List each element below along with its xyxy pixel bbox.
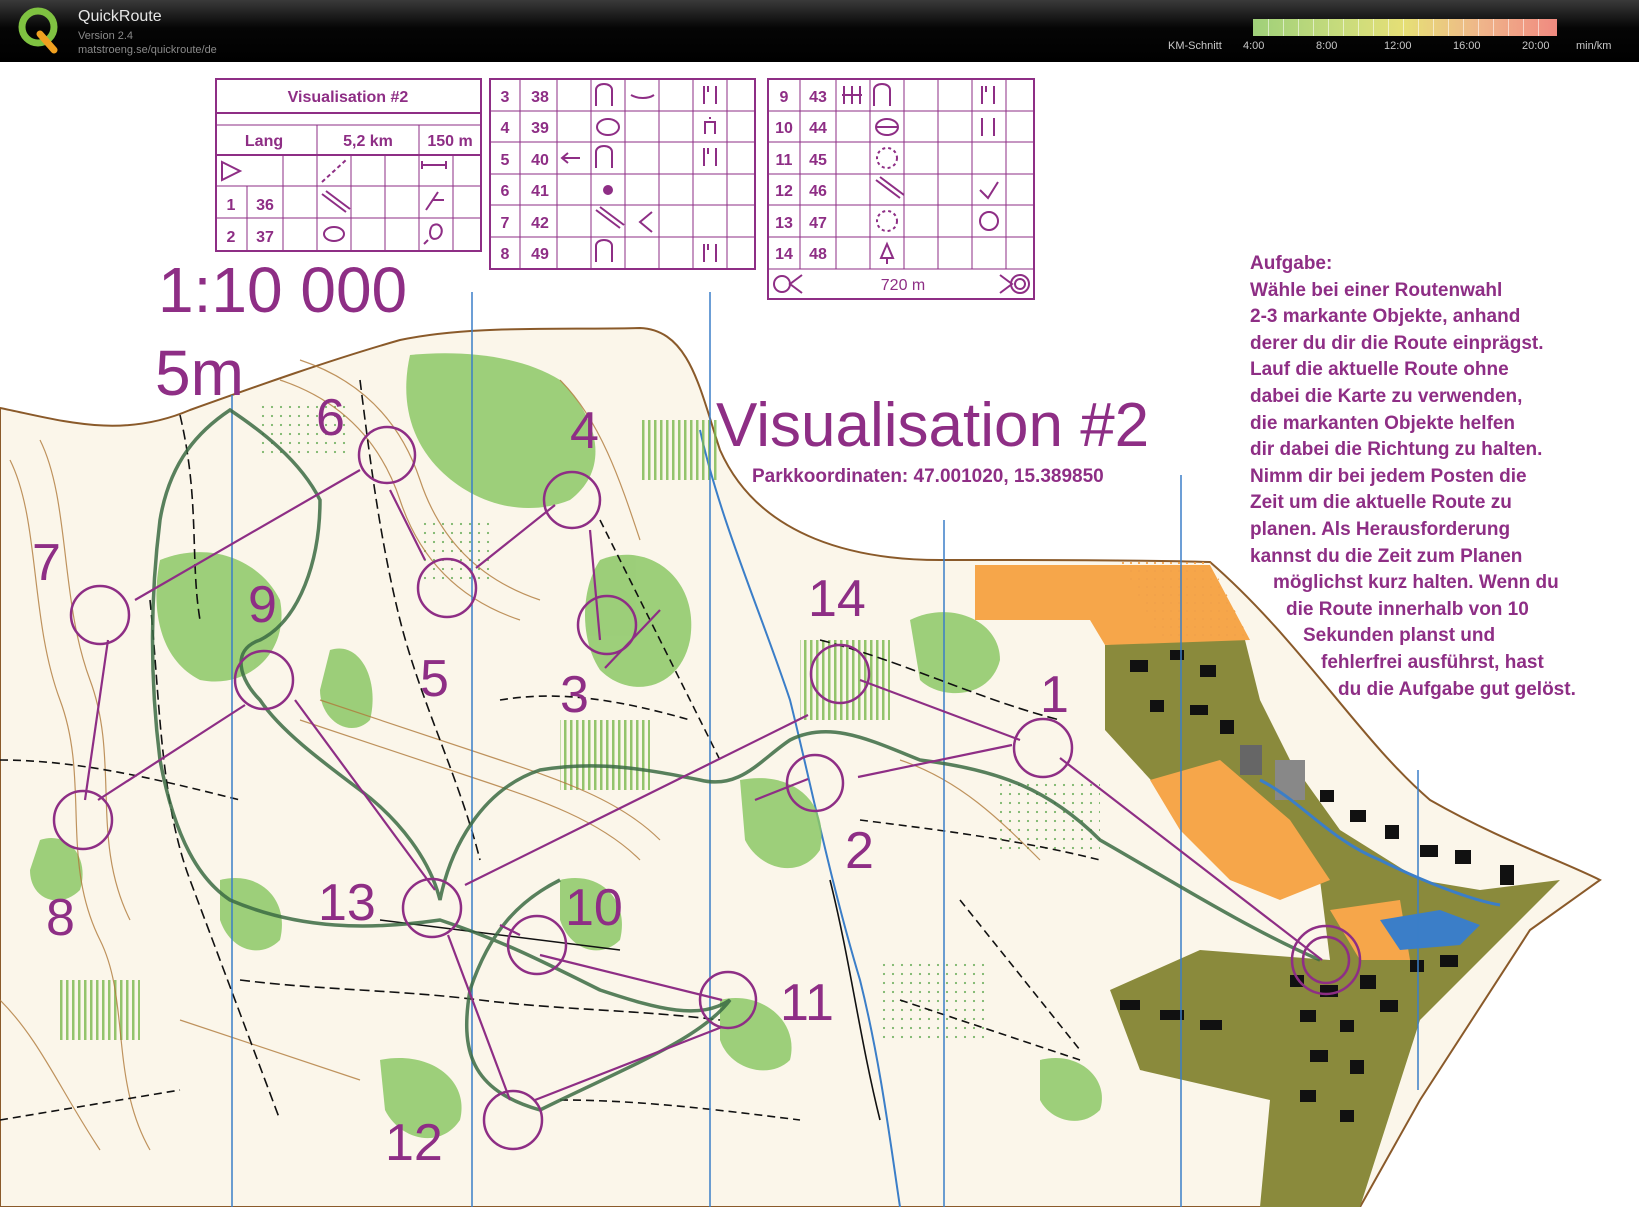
control-number-10: 10	[565, 879, 623, 937]
control-number-6: 6	[316, 389, 345, 447]
task-line: derer du dir die Route einprägst.	[1250, 332, 1544, 354]
card-climb: 150 m	[427, 133, 472, 150]
card-final-distance: 720 m	[881, 277, 925, 294]
app-title: QuickRoute	[78, 8, 162, 25]
card-row-number: 11	[776, 152, 793, 169]
card-row-code: 43	[809, 89, 827, 106]
card-row-number: 13	[775, 215, 793, 232]
card-row-code: 41	[531, 183, 549, 200]
legend-tick-label: 12:00	[1384, 40, 1412, 52]
speed-legend-bar	[1253, 19, 1557, 36]
task-text: Aufgabe: Wähle bei einer Routenwahl 2-3 …	[1250, 251, 1620, 703]
task-line: Nimm dir bei jedem Posten die	[1250, 465, 1527, 487]
control-number-5: 5	[420, 650, 449, 708]
park-coordinates: Parkkoordinaten: 47.001020, 15.389850	[752, 466, 1104, 487]
card-row-number: 14	[775, 246, 793, 263]
task-line: kannst du die Zeit zum Planen	[1250, 545, 1523, 567]
card-row-code: 38	[531, 89, 549, 106]
task-line: Aufgabe:	[1250, 253, 1333, 274]
task-line: Sekunden planst und	[1303, 625, 1496, 647]
control-number-9: 9	[248, 576, 277, 634]
card-row-code: 48	[809, 246, 827, 263]
card-row-code: 37	[256, 229, 274, 246]
legend-tick-label: 4:00	[1243, 40, 1265, 52]
card-row-code: 44	[809, 120, 827, 137]
control-number-4: 4	[570, 402, 599, 460]
card-row-code: 49	[531, 246, 549, 263]
card-class: Lang	[245, 133, 283, 150]
task-line: Wähle bei einer Routenwahl	[1250, 279, 1503, 301]
legend-unit-label: min/km	[1576, 40, 1612, 52]
task-line: du die Aufgabe gut gelöst.	[1338, 678, 1576, 700]
card-row-number: 3	[501, 89, 510, 106]
task-line: dabei die Karte zu verwenden,	[1250, 385, 1523, 407]
task-line: Lauf die aktuelle Route ohne	[1250, 359, 1509, 381]
control-number-12: 12	[385, 1114, 443, 1172]
card-row-number: 2	[227, 229, 236, 246]
task-line: möglichst kurz halten. Wenn du	[1273, 572, 1559, 594]
card-row-number: 7	[501, 215, 510, 232]
map-title: Visualisation #2	[716, 391, 1149, 460]
app-url[interactable]: matstroeng.se/quickroute/de	[78, 44, 217, 56]
quickroute-q-logo-icon	[18, 6, 62, 54]
legend-tick-label: 16:00	[1453, 40, 1481, 52]
card-row-code: 42	[531, 215, 549, 232]
card-row-code: 47	[809, 215, 827, 232]
control-number-1: 1	[1040, 666, 1069, 724]
control-number-13: 13	[318, 874, 376, 932]
card-row-number: 10	[775, 120, 793, 137]
card-row-number: 1	[227, 197, 236, 214]
card-row-code: 46	[809, 183, 827, 200]
task-line: 2-3 markante Objekte, anhand	[1250, 306, 1521, 328]
control-number-8: 8	[46, 889, 75, 947]
task-line: dir dabei die Richtung zu halten.	[1250, 439, 1543, 461]
card-length: 5,2 km	[343, 133, 393, 150]
control-number-7: 7	[32, 534, 61, 592]
legend-tick-label: 20:00	[1522, 40, 1550, 52]
card-row-number: 4	[501, 120, 510, 137]
app-header: QuickRoute Version 2.4 matstroeng.se/qui…	[0, 0, 1639, 62]
control-number-3: 3	[560, 666, 589, 724]
control-number-2: 2	[845, 822, 874, 880]
control-number-14: 14	[808, 570, 866, 628]
card-row-number: 12	[775, 183, 793, 200]
card-title: Visualisation #2	[288, 89, 409, 106]
task-line: die markanten Objekte helfen	[1250, 412, 1516, 434]
card-row-number: 6	[501, 183, 510, 200]
card-row-code: 39	[531, 120, 549, 137]
card-row-code: 36	[256, 197, 274, 214]
card-row-code: 40	[531, 152, 549, 169]
speed-legend-label: KM-Schnitt	[1168, 40, 1222, 52]
card-row-code: 45	[809, 152, 827, 169]
contour-interval: 5m	[155, 337, 244, 409]
legend-tick-label: 8:00	[1316, 40, 1338, 52]
app-version: Version 2.4	[78, 30, 134, 42]
task-line: die Route innerhalb von 10	[1286, 598, 1529, 620]
card-row-number: 5	[501, 152, 510, 169]
task-line: Zeit um die aktuelle Route zu	[1250, 492, 1512, 514]
card-row-number: 9	[780, 89, 789, 106]
control-number-11: 11	[780, 974, 834, 1032]
task-line: planen. Als Herausforderung	[1250, 518, 1511, 540]
boulder-symbol-icon	[603, 185, 613, 195]
map-scale: 1:10 000	[158, 254, 407, 326]
task-line: fehlerfrei ausführst, hast	[1321, 651, 1544, 673]
card-row-number: 8	[501, 246, 510, 263]
fence-symbol-icon	[842, 86, 862, 104]
